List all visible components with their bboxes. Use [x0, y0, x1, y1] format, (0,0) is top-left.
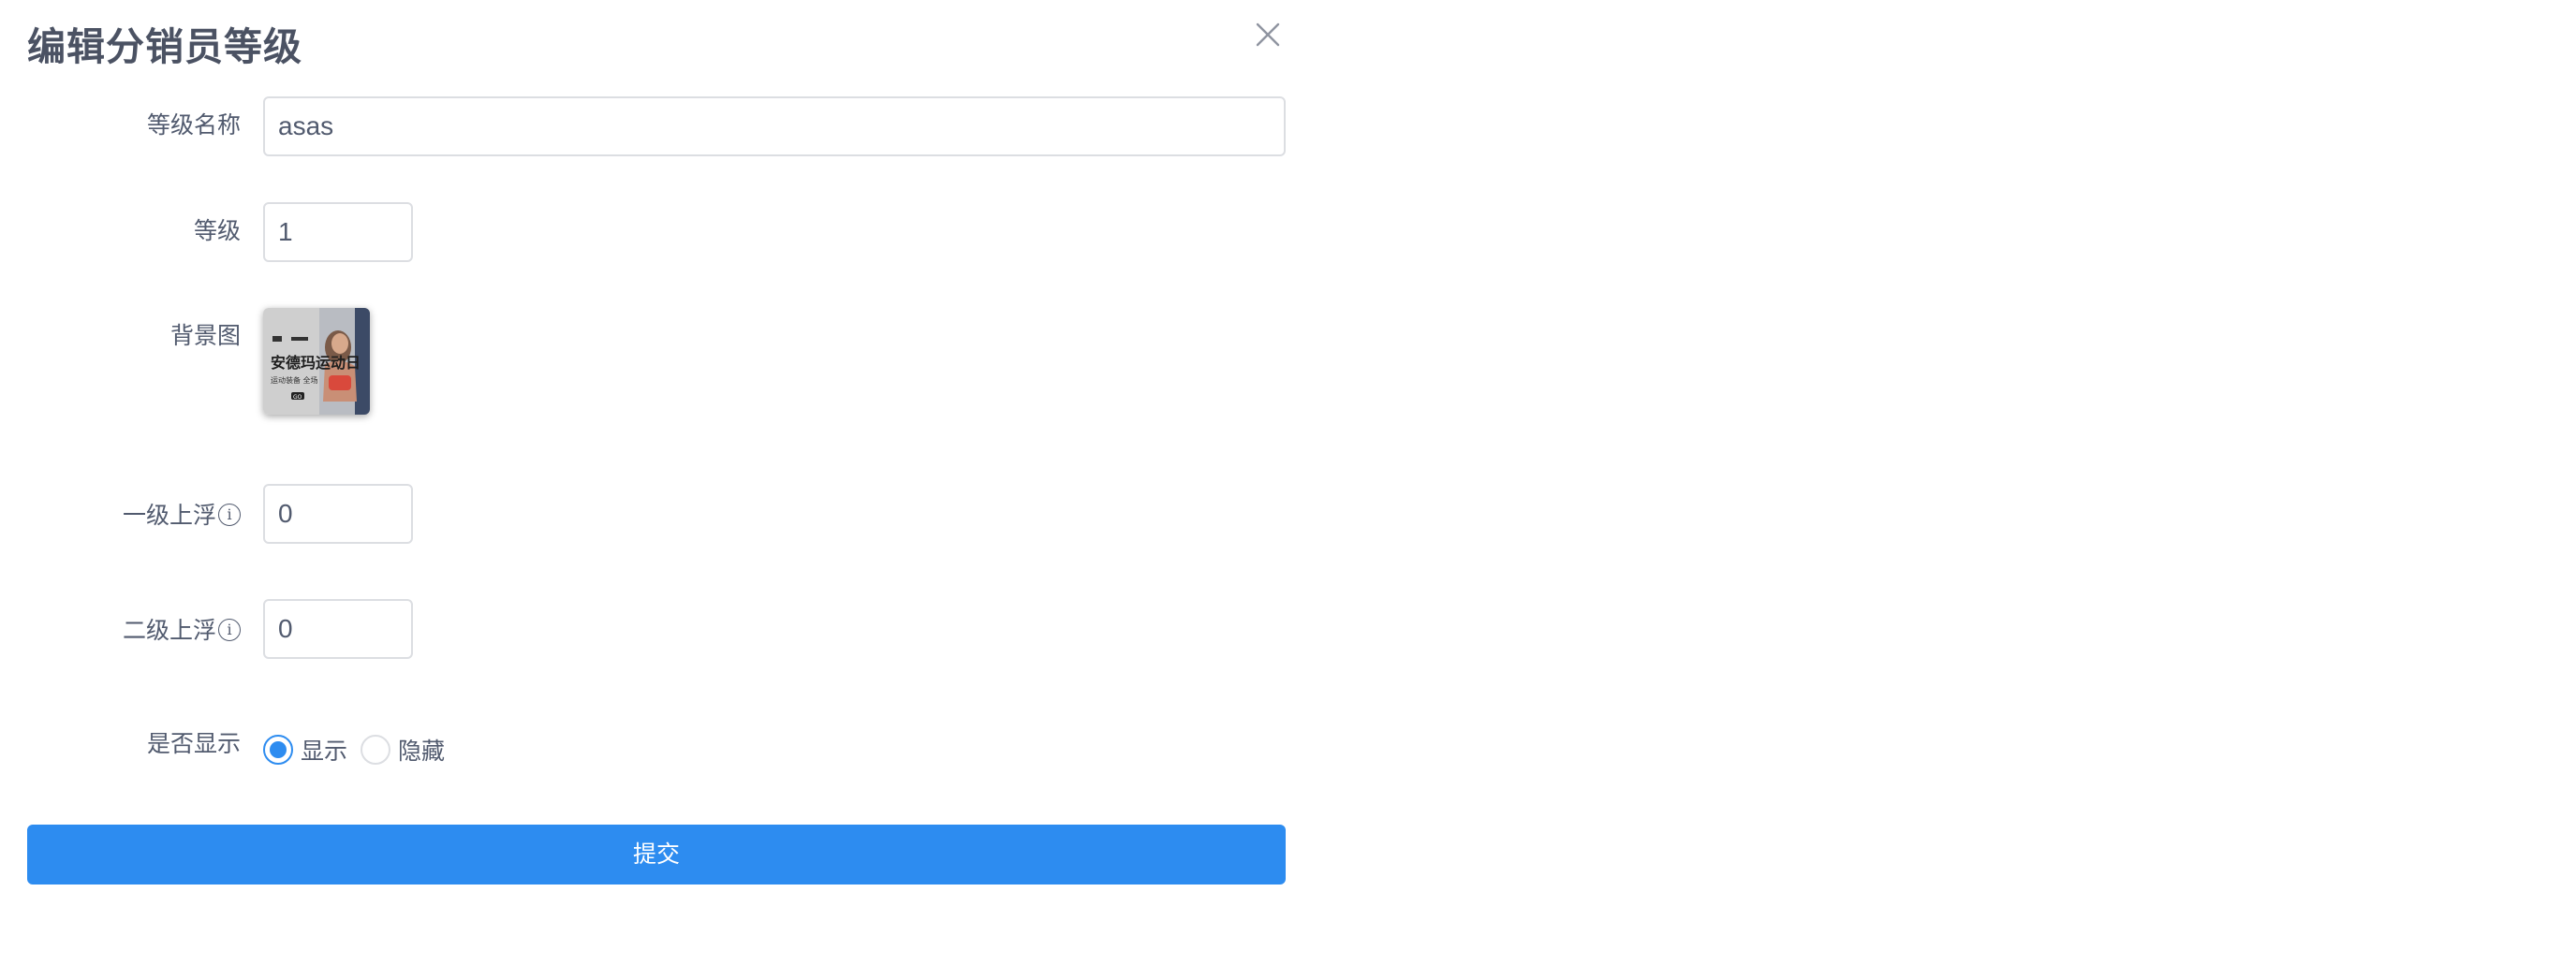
visibility-label-row: 是否显示	[0, 729, 241, 759]
info-icon[interactable]: i	[218, 504, 241, 526]
thumbnail-subline: 运动装备 全场	[271, 375, 318, 385]
radio-show[interactable]: 显示	[263, 734, 347, 766]
level-input[interactable]	[263, 202, 413, 262]
visibility-label: 是否显示	[146, 730, 241, 757]
level-label: 等级	[193, 217, 241, 244]
close-icon[interactable]	[1252, 19, 1284, 51]
second-float-label: 二级上浮 i	[123, 616, 241, 646]
level-name-label: 等级名称	[146, 111, 241, 139]
radio-hide[interactable]: 隐藏	[361, 734, 445, 766]
first-float-label-text: 一级上浮	[122, 502, 216, 529]
level-name-label-row: 等级名称	[0, 110, 241, 140]
first-float-label: 一级上浮 i	[123, 501, 241, 531]
radio-hide-circle[interactable]	[361, 735, 390, 765]
radio-hide-label: 隐藏	[398, 738, 446, 765]
background-label-row: 背景图	[0, 321, 241, 351]
edit-distributor-level-dialog: 编辑分销员等级 等级名称 等级 背景图 安德玛运动日 运动装备 全场	[0, 0, 1311, 965]
background-thumbnail[interactable]: 安德玛运动日 运动装备 全场 GO	[263, 308, 370, 415]
second-float-input[interactable]	[263, 599, 413, 659]
level-label-row: 等级	[0, 216, 241, 246]
second-float-label-row: 二级上浮 i	[0, 616, 241, 646]
thumbnail-button-text: GO	[293, 394, 302, 401]
first-float-input[interactable]	[263, 484, 413, 544]
submit-button[interactable]: 提交	[27, 825, 1286, 885]
first-float-label-row: 一级上浮 i	[0, 501, 241, 531]
second-float-label-text: 二级上浮	[122, 617, 216, 644]
radio-show-circle[interactable]	[263, 735, 293, 765]
info-icon[interactable]: i	[218, 619, 241, 641]
background-label: 背景图	[169, 322, 241, 349]
radio-show-label: 显示	[301, 738, 348, 765]
dialog-title: 编辑分销员等级	[27, 24, 302, 69]
level-name-input[interactable]	[263, 96, 1286, 156]
thumbnail-headline: 安德玛运动日	[271, 354, 361, 372]
